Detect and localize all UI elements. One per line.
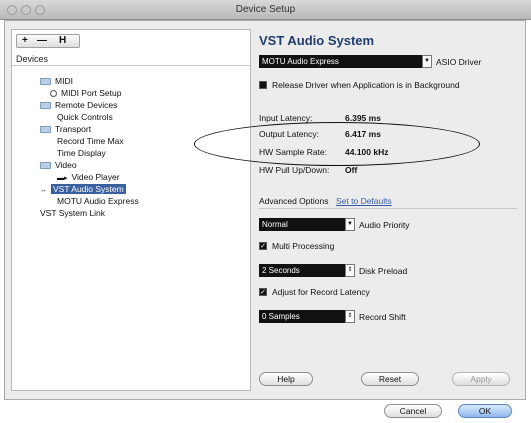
reset-device-button[interactable]: H [59, 35, 66, 46]
devices-header: Devices [12, 54, 250, 66]
audio-device-icon: ↔ [40, 187, 47, 194]
tree-item-quick-controls[interactable]: Quick Controls [57, 112, 113, 123]
tree-item-midi-port-setup[interactable]: MIDI Port Setup [50, 88, 121, 99]
set-to-defaults-link[interactable]: Set to Defaults [336, 196, 392, 206]
cancel-button[interactable]: Cancel [384, 404, 442, 418]
window-title: Device Setup [235, 4, 296, 15]
stepper-icon[interactable]: ⇕ [345, 264, 355, 277]
reset-button[interactable]: Reset [361, 372, 419, 386]
device-toolbar: + — H [16, 34, 80, 48]
remove-device-button[interactable]: — [37, 35, 47, 46]
advanced-options-label: Advanced Options [259, 196, 329, 206]
chevron-down-icon[interactable]: ▼ [422, 55, 432, 68]
multi-processing-label: Multi Processing [272, 241, 335, 251]
apply-button[interactable]: Apply [452, 372, 510, 386]
tree-item-record-time-max[interactable]: Record Time Max [57, 136, 124, 147]
tree-item-transport[interactable]: Transport [40, 124, 91, 135]
tree-item-video-player[interactable]: ▬▸ Video Player [57, 172, 120, 183]
devices-panel: + — H Devices MIDI MIDI Port Setup Remot… [11, 29, 251, 391]
disk-preload-label: Disk Preload [359, 266, 408, 276]
folder-icon [40, 162, 51, 169]
device-setup-frame: + — H Devices MIDI MIDI Port Setup Remot… [4, 20, 526, 400]
plug-icon: ▬▸ [57, 175, 68, 182]
adjust-latency-label: Adjust for Record Latency [272, 287, 370, 297]
pull-label: HW Pull Up/Down: [259, 165, 330, 175]
audio-priority-label: Audio Priority [359, 220, 410, 230]
tree-item-midi[interactable]: MIDI [40, 76, 73, 87]
title-bar: Device Setup [0, 0, 531, 20]
folder-icon [40, 102, 51, 109]
add-device-button[interactable]: + [22, 35, 28, 46]
pull-value: Off [345, 165, 358, 175]
input-latency-label: Input Latency: [259, 113, 313, 123]
advanced-divider [259, 208, 517, 209]
help-button[interactable]: Help [259, 372, 313, 386]
stepper-icon[interactable]: ⇕ [345, 310, 355, 323]
page-title: VST Audio System [259, 33, 375, 48]
tree-item-time-display[interactable]: Time Display [57, 148, 106, 159]
folder-icon [40, 78, 51, 85]
chevron-down-icon[interactable]: ▼ [345, 218, 355, 231]
latency-highlight-ellipse [194, 122, 480, 166]
tree-item-video[interactable]: Video [40, 160, 77, 171]
adjust-latency-checkbox[interactable]: ✓ [259, 288, 267, 296]
record-shift-label: Record Shift [359, 312, 406, 322]
tree-item-remote-devices[interactable]: Remote Devices [40, 100, 117, 111]
tree-item-vst-audio-system[interactable]: ↔ VST Audio System [40, 184, 150, 195]
tree-item-vst-system-link[interactable]: VST System Link [40, 208, 105, 219]
release-driver-label: Release Driver when Application is in Ba… [272, 80, 460, 90]
asio-driver-label: ASIO Driver [436, 57, 482, 67]
folder-icon [40, 126, 51, 133]
asio-driver-select[interactable]: MOTU Audio Express [259, 55, 423, 68]
record-shift-field[interactable]: 0 Samples [259, 310, 345, 323]
audio-priority-select[interactable]: Normal [259, 218, 345, 231]
ok-button[interactable]: OK [458, 404, 512, 418]
radio-icon [50, 90, 57, 97]
disk-preload-select[interactable]: 2 Seconds [259, 264, 345, 277]
multi-processing-checkbox[interactable]: ✓ [259, 242, 267, 250]
release-driver-checkbox[interactable] [259, 81, 267, 89]
tree-item-motu-audio-express[interactable]: MOTU Audio Express [57, 196, 139, 207]
